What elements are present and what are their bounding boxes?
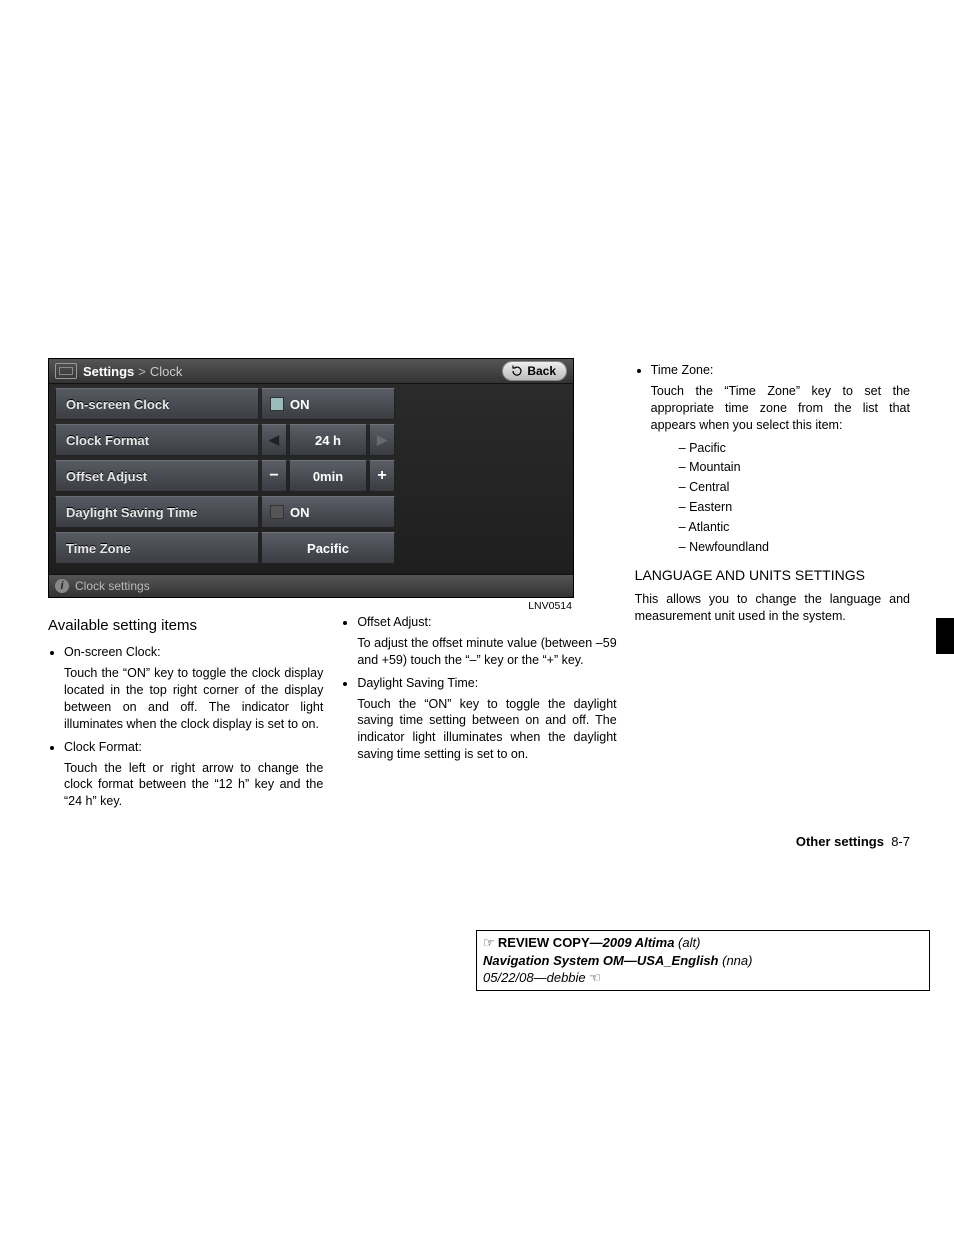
language-units-heading: LANGUAGE AND UNITS SETTINGS	[635, 566, 910, 585]
time-zone-list: Pacific Mountain Central Eastern Atlanti…	[651, 440, 910, 556]
hand-icon: ☜	[589, 970, 601, 985]
item-time-zone: Time Zone: Touch the “Time Zone” key to …	[651, 362, 910, 556]
item-dst: Daylight Saving Time: Touch the “ON” key…	[357, 675, 616, 763]
hand-icon: ☞	[483, 935, 498, 950]
page-edge-tab	[936, 618, 954, 654]
column-3: Time Zone: Touch the “Time Zone” key to …	[635, 358, 910, 816]
review-copy-box: ☞ REVIEW COPY—2009 Altima (alt) Navigati…	[476, 930, 930, 991]
page-footer: Other settings 8-7	[796, 834, 910, 849]
column-2: Offset Adjust: To adjust the offset minu…	[341, 358, 616, 816]
item-offset-adjust: Offset Adjust: To adjust the offset minu…	[357, 614, 616, 669]
column-1: Available setting items On-screen Clock:…	[48, 358, 323, 816]
available-items-heading: Available setting items	[48, 616, 323, 636]
item-clock-format: Clock Format: Touch the left or right ar…	[64, 739, 323, 811]
language-units-body: This allows you to change the language a…	[635, 591, 910, 625]
item-onscreen-clock: On-screen Clock: Touch the “ON” key to t…	[64, 644, 323, 732]
